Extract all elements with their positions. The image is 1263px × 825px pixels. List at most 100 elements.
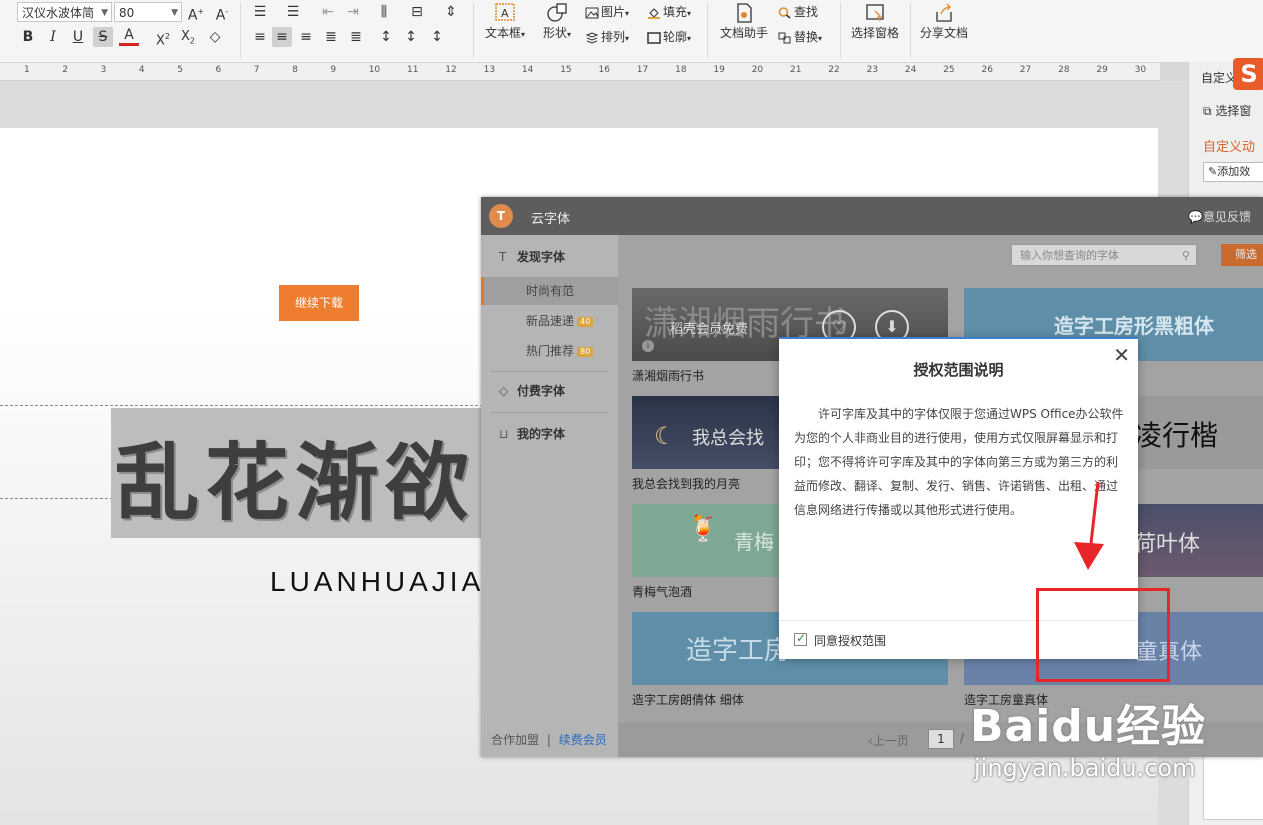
cloud-font-titlebar: T 云字体 💬意见反馈: [481, 197, 1263, 235]
ruler-tick: 3: [100, 65, 107, 75]
agree-checkbox[interactable]: ✓: [794, 631, 807, 646]
divider: [491, 412, 608, 413]
decrease-indent-icon[interactable]: ⇤: [318, 2, 338, 22]
paragraph-spacing-icon[interactable]: ↕: [427, 27, 447, 47]
increase-font-icon[interactable]: A+: [186, 2, 206, 24]
arrange-label: 排列: [601, 30, 626, 44]
divider: [491, 371, 608, 372]
bold-icon[interactable]: B: [18, 27, 38, 47]
align-center-icon[interactable]: ≡: [272, 27, 292, 47]
font-size-select[interactable]: 80 ▼: [114, 2, 182, 22]
align-text-icon[interactable]: ⊟: [407, 2, 427, 22]
info-icon[interactable]: i: [642, 340, 654, 352]
ruler-tick: 11: [407, 65, 419, 75]
justify-icon[interactable]: ≣: [321, 27, 341, 47]
nav-new-arrivals[interactable]: 新品速递 40: [481, 307, 618, 335]
diamond-icon: ◇: [499, 384, 509, 398]
feedback-link[interactable]: 💬意见反馈: [1188, 208, 1251, 225]
custom-animation-heading: 自定义动: [1203, 140, 1256, 155]
shape-button[interactable]: 形状▾: [538, 2, 576, 41]
watermark: Baidu经验 jingyan.baidu.com: [970, 690, 1260, 800]
slide-subtitle[interactable]: LUANHUAJIA: [270, 566, 484, 598]
member-free-label: 稻壳会员免费: [670, 322, 749, 337]
nav-trending-label: 时尚有范: [526, 284, 575, 298]
arrange-button[interactable]: 排列▾: [585, 28, 629, 46]
nav-new-arrivals-label: 新品速递: [526, 314, 575, 328]
title-text-box[interactable]: 乱花渐欲: [111, 408, 491, 538]
doc-helper-button[interactable]: 文档助手: [718, 2, 770, 41]
cloud-font-title: 云字体: [531, 212, 571, 227]
superscript-icon[interactable]: X2: [153, 27, 173, 48]
numbered-list-icon[interactable]: ☰: [283, 2, 303, 22]
select-window-button[interactable]: ⧉ 选择窗: [1203, 102, 1251, 119]
nav-trending[interactable]: 时尚有范: [481, 277, 618, 305]
increase-indent-icon[interactable]: ⇥: [343, 2, 363, 22]
join-link[interactable]: 合作加盟: [491, 733, 539, 747]
nav-discover-label: 发现字体: [517, 250, 566, 264]
italic-icon[interactable]: I: [43, 27, 63, 47]
eraser-icon[interactable]: ◇: [205, 27, 225, 47]
text-direction-icon[interactable]: ⫼: [374, 2, 394, 22]
ruler-tick: 9: [330, 65, 337, 75]
selection-pane-button[interactable]: 选择窗格: [849, 2, 901, 41]
agree-label[interactable]: 同意授权范围: [814, 632, 886, 649]
font-t-icon: T: [499, 250, 507, 264]
strikethrough-icon[interactable]: S: [93, 27, 113, 47]
continue-download-button[interactable]: 继续下载: [279, 285, 359, 321]
prev-page-button[interactable]: ‹上一页: [868, 732, 909, 749]
ruler-tick: 21: [790, 65, 802, 75]
nav-discover[interactable]: T 发现字体: [499, 248, 565, 265]
drink-icon: 🍹: [687, 514, 720, 544]
inbox-icon: ⊔: [499, 427, 509, 441]
doc-helper-label: 文档助手: [719, 26, 768, 40]
dialog-accent-line: [779, 337, 1138, 339]
check-icon: ✓: [796, 631, 807, 645]
sogou-logo-icon: S: [1233, 58, 1263, 90]
font-search-input[interactable]: 输入你想查询的字体 ⚲: [1011, 244, 1197, 266]
spacing-before-icon[interactable]: ↕: [376, 27, 396, 47]
ruler-tick: 13: [483, 65, 496, 75]
bullet-list-icon[interactable]: ☰: [250, 2, 270, 22]
subscript-icon[interactable]: X2: [178, 27, 198, 47]
distribute-icon[interactable]: ≣: [346, 27, 366, 47]
font-card-preview: 造字工房形黑粗体: [1054, 314, 1214, 338]
cloud-font-logo-icon: T: [489, 204, 513, 228]
replace-button[interactable]: 替换▾: [778, 28, 822, 46]
add-effect-button[interactable]: ✎添加效: [1203, 162, 1263, 182]
picture-button[interactable]: 图片▾: [585, 3, 629, 21]
font-card-name: 潇湘烟雨行书: [632, 369, 705, 383]
align-left-icon[interactable]: ≡: [250, 27, 270, 47]
close-icon[interactable]: ✕: [1113, 343, 1130, 367]
filter-button[interactable]: 筛选: [1221, 244, 1263, 266]
annotation-highlight-box: [1036, 588, 1170, 682]
decrease-font-icon[interactable]: A-: [212, 2, 232, 24]
ruler-tick: 26: [981, 65, 993, 75]
find-button[interactable]: 查找: [778, 3, 818, 21]
dialog-title: 授权范围说明: [913, 361, 1004, 379]
ruler-tick: 24: [904, 65, 917, 75]
ruler-tick: 23: [866, 65, 879, 75]
fill-bucket-icon: [648, 7, 660, 19]
page-number-input[interactable]: 1: [928, 729, 954, 749]
renew-vip-link[interactable]: 续费会员: [559, 733, 607, 747]
line-spacing-icon[interactable]: ⇕: [441, 2, 461, 22]
text-box-button[interactable]: A 文本框▾: [484, 2, 526, 41]
outline-button[interactable]: 轮廓▾: [647, 28, 691, 46]
share-doc-button[interactable]: 分享文档: [918, 2, 970, 41]
fill-button[interactable]: 填充▾: [647, 3, 691, 21]
slide-title: 乱花渐欲: [115, 433, 476, 532]
prev-page-label: 上一页: [872, 734, 909, 748]
new-badge: 40: [577, 316, 594, 327]
nav-mine[interactable]: ⊔ 我的字体: [499, 425, 565, 442]
ruler-tick: 16: [598, 65, 610, 75]
nav-hot[interactable]: 热门推荐 80: [481, 337, 618, 365]
font-color-icon[interactable]: A: [119, 27, 139, 46]
align-right-icon[interactable]: ≡: [296, 27, 316, 47]
spacing-after-icon[interactable]: ↕: [401, 27, 421, 47]
font-name-select[interactable]: 汉仪水波体简 ▼: [17, 2, 112, 22]
nav-paid[interactable]: ◇ 付费字体: [499, 382, 565, 399]
selection-pane-icon: [866, 4, 884, 22]
horizontal-ruler[interactable]: 1 2 3 4 5 6 7 8 9 10 11 12 13 14 15 16 17 18 19 20 21 22 23 24 2…: [0, 63, 1160, 81]
chevron-down-icon: ▼: [171, 8, 178, 18]
underline-icon[interactable]: U: [68, 27, 88, 47]
